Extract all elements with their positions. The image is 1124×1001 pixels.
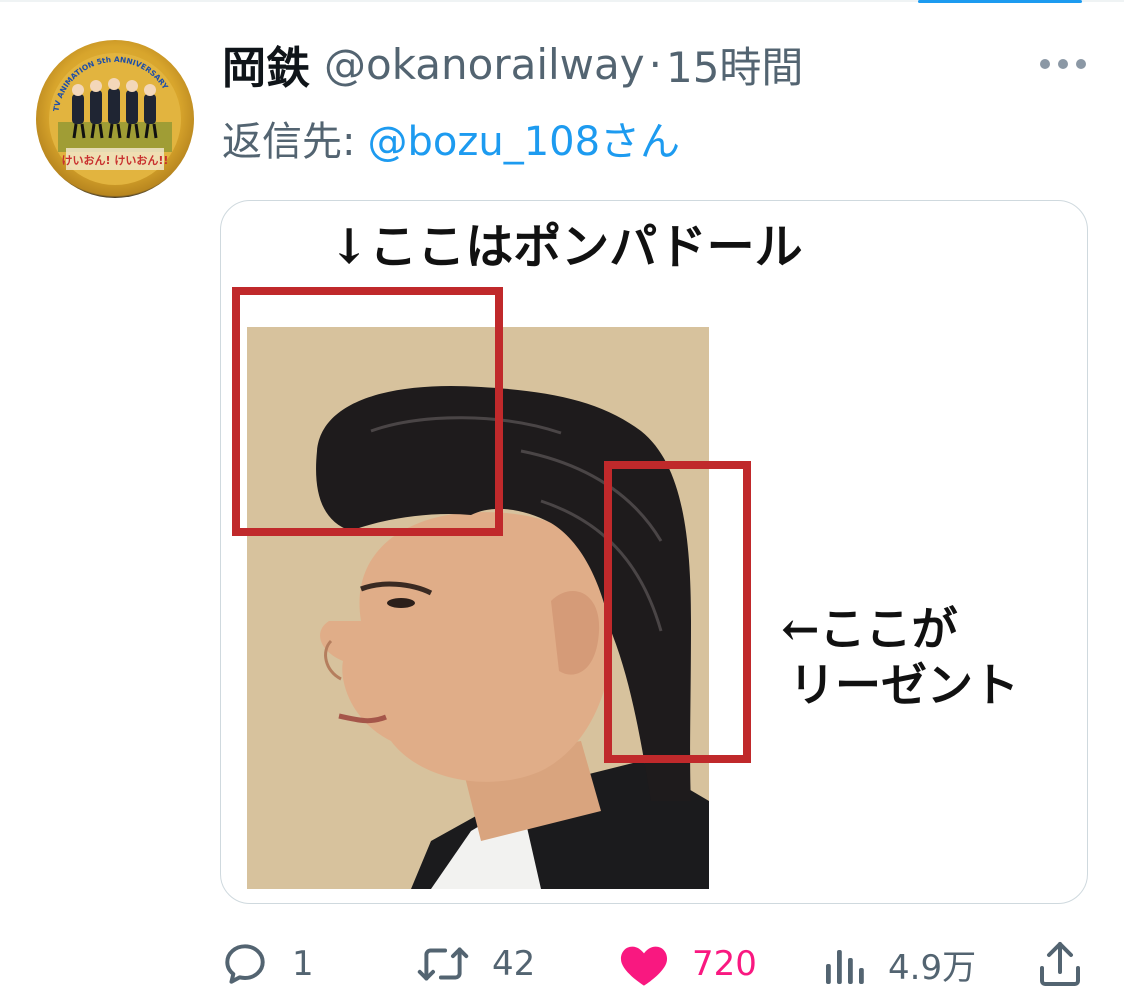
avatar-art: TV ANIMATION 5th ANNIVERSARY けいおん! けいおん!… xyxy=(49,53,181,185)
views-count: 4.9万 xyxy=(888,947,977,988)
like-count: 720 xyxy=(692,944,757,984)
label-regent-line1: ←ここが xyxy=(781,602,958,656)
retweet-icon xyxy=(417,947,469,981)
heart-icon xyxy=(620,946,668,986)
share-button[interactable] xyxy=(1038,936,1082,992)
reply-prefix: 返信先: xyxy=(222,119,356,165)
views-icon xyxy=(826,950,864,984)
tweet-media[interactable]: ↓ここはポンパドール ←ここが リーゼント xyxy=(220,200,1088,904)
header-separator: · xyxy=(648,39,662,89)
reply-icon xyxy=(225,944,265,984)
reply-count: 1 xyxy=(292,944,314,984)
tweet-time[interactable]: 15時間 xyxy=(666,34,803,95)
share-icon xyxy=(1040,942,1080,986)
retweet-button[interactable]: 42 xyxy=(416,936,535,992)
reply-button[interactable]: 1 xyxy=(220,936,314,992)
author-name[interactable]: 岡鉄 xyxy=(222,32,310,96)
author-handle[interactable]: @okanorailway xyxy=(324,40,645,89)
media-image: ↓ここはポンパドール ←ここが リーゼント xyxy=(232,219,1019,889)
retweet-count: 42 xyxy=(492,944,536,984)
tweet-header: 岡鉄 @okanorailway · 15時間 xyxy=(222,32,803,96)
avatar[interactable]: TV ANIMATION 5th ANNIVERSARY けいおん! けいおん!… xyxy=(36,40,194,198)
reply-to-link[interactable]: @bozu_108さん xyxy=(367,109,680,167)
tab-indicator xyxy=(918,0,1082,3)
like-button[interactable]: 720 xyxy=(618,936,757,992)
avatar-badge-text: けいおん! けいおん!! xyxy=(62,154,169,167)
label-pompadour: ↓ここはポンパドール xyxy=(329,219,803,275)
more-icon[interactable] xyxy=(1040,58,1086,70)
views-button[interactable]: 4.9万 xyxy=(822,936,976,992)
reply-context: 返信先: @bozu_108さん xyxy=(222,110,680,166)
action-bar: 1 42 720 4.9万 xyxy=(0,936,1124,992)
label-regent-line2: リーゼント xyxy=(789,658,1019,712)
